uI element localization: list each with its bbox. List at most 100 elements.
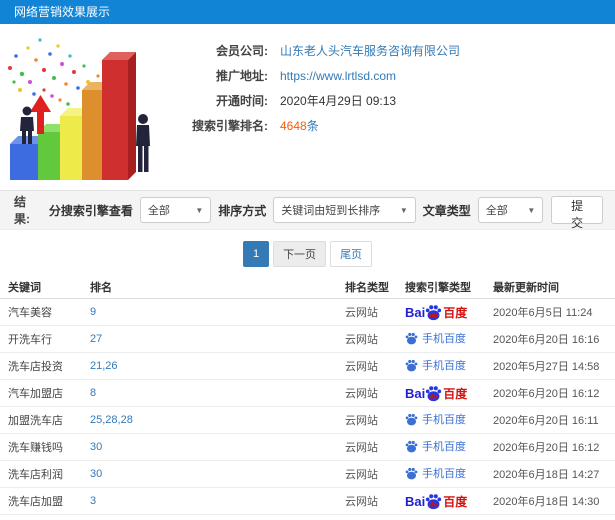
info-fields: 会员公司: 山东老人头汽车服务咨询有限公司 推广地址: https://www.… [168, 24, 615, 138]
cell-keyword: 汽车加盟店 [8, 388, 63, 400]
baidu-paw-icon [405, 332, 418, 345]
rank-unit: 条 [306, 119, 319, 133]
mobile-baidu-label: 手机百度 [422, 468, 466, 481]
engine-rank-label: 搜索引擎排名: [192, 119, 268, 133]
cell-rank-type: 云网站 [345, 307, 378, 319]
chevron-down-icon: ▼ [527, 205, 536, 215]
growth-chart-illustration [0, 26, 180, 188]
company-link[interactable]: 山东老人头汽车服务咨询有限公司 [280, 42, 460, 59]
results-table: 关键词 排名 排名类型 搜索引擎类型 最新更新时间 汽车美容 9 云网站 Bai du 百… [0, 276, 615, 515]
open-time-value: 2020年4月29日 09:13 [280, 94, 397, 108]
baidu-paw-icon [405, 467, 418, 480]
promo-label: 推广地址: [216, 69, 268, 83]
baidu-logo-bai: Bai [405, 493, 426, 509]
col-header-updated: 最新更新时间 [493, 282, 559, 294]
info-section: 会员公司: 山东老人头汽车服务咨询有限公司 推广地址: https://www.… [0, 24, 615, 190]
col-header-engine-type: 搜索引擎类型 [405, 282, 471, 294]
cell-engine-type: Bai du 百度 [405, 385, 493, 402]
baidu-logo-bai: Bai [405, 385, 426, 401]
next-page-button[interactable]: 下一页 [273, 241, 327, 267]
baidu-logo-bai: Bai [405, 304, 426, 320]
cell-keyword: 洗车店加盟 [8, 496, 63, 508]
cell-engine-type: 手机百度 [405, 330, 493, 348]
cell-rank-link[interactable]: 3 [90, 495, 345, 507]
open-time-label: 开通时间: [216, 94, 268, 108]
page-title: 网络营销效果展示 [14, 5, 111, 19]
cell-updated-time: 2020年6月5日 11:24 [493, 307, 593, 319]
cell-rank-type: 云网站 [345, 334, 378, 346]
mobile-baidu-logo: 手机百度 [405, 357, 466, 373]
cell-rank-type: 云网站 [345, 361, 378, 373]
engine-select[interactable]: 全部 ▼ [139, 197, 212, 223]
filter-controls: 分搜索引擎查看 全部 ▼ 排序方式 关键词由短到长排序 ▼ 文章类型 全部 ▼ … [42, 196, 603, 230]
mobile-baidu-label: 手机百度 [422, 414, 466, 427]
cell-engine-type: Bai du 百度 [405, 304, 493, 321]
mobile-baidu-label: 手机百度 [422, 333, 466, 346]
cell-updated-time: 2020年6月20日 16:16 [493, 334, 600, 346]
baidu-logo-cn: 百度 [443, 386, 468, 401]
cell-rank-link[interactable]: 21,26 [90, 360, 345, 372]
cell-rank-link[interactable]: 25,28,28 [90, 414, 345, 426]
cell-rank-type: 云网站 [345, 496, 378, 508]
table-row: 开洗车行 27 云网站 手机百度 2020年6月20日 16:16 [0, 326, 615, 353]
article-type-select-value: 全部 [485, 205, 508, 217]
baidu-paw-icon: du [426, 493, 442, 509]
promo-field: 推广地址: https://www.lrtlsd.com [168, 63, 615, 88]
result-label: 结果: [14, 195, 30, 226]
bar-red [102, 52, 136, 180]
cell-updated-time: 2020年6月20日 16:11 [493, 415, 599, 427]
table-header-row: 关键词 排名 排名类型 搜索引擎类型 最新更新时间 [0, 276, 615, 299]
bar-chart-graphic [8, 38, 150, 180]
cell-engine-type: 手机百度 [405, 411, 493, 429]
cell-keyword: 加盟洗车店 [8, 415, 63, 427]
baidu-paw-icon [405, 413, 418, 426]
cell-keyword: 汽车美容 [8, 307, 52, 319]
businessman-right [136, 114, 150, 172]
baidu-logo: Bai du 百度 [405, 385, 467, 402]
cell-updated-time: 2020年6月20日 16:12 [493, 442, 600, 454]
article-type-label: 文章类型 [422, 203, 471, 218]
table-row: 洗车店投资 21,26 云网站 手机百度 2020年5月27日 14:58 [0, 353, 615, 380]
cell-keyword: 洗车店投资 [8, 361, 63, 373]
cell-updated-time: 2020年6月20日 16:12 [493, 388, 600, 400]
baidu-logo: Bai du 百度 [405, 304, 467, 321]
mobile-baidu-label: 手机百度 [422, 441, 466, 454]
mobile-baidu-logo: 手机百度 [405, 465, 466, 481]
article-type-select[interactable]: 全部 ▼ [477, 197, 544, 223]
cell-engine-type: 手机百度 [405, 465, 493, 483]
chevron-down-icon: ▼ [399, 205, 408, 215]
col-header-keyword: 关键词 [8, 282, 41, 294]
promo-url-link[interactable]: https://www.lrtlsd.com [280, 69, 396, 83]
cell-rank-type: 云网站 [345, 469, 378, 481]
mobile-baidu-logo: 手机百度 [405, 411, 466, 427]
header-bar: 网络营销效果展示 [0, 0, 615, 24]
baidu-logo: Bai du 百度 [405, 493, 467, 510]
cell-rank-link[interactable]: 27 [90, 333, 345, 345]
table-row: 加盟洗车店 25,28,28 云网站 手机百度 2020年6月20日 16:11 [0, 407, 615, 434]
baidu-paw-icon [405, 359, 418, 372]
svg-text:du: du [430, 393, 438, 400]
table-row: 洗车店加盟 3 云网站 Bai du 百度 2020年6月18日 14:30 [0, 488, 615, 515]
company-label: 会员公司: [216, 44, 268, 58]
baidu-logo-cn: 百度 [443, 494, 468, 509]
page-1-button[interactable]: 1 [242, 241, 270, 267]
cell-keyword: 洗车赚钱吗 [8, 442, 63, 454]
mobile-baidu-label: 手机百度 [422, 360, 466, 373]
engine-filter-label: 分搜索引擎查看 [48, 203, 133, 218]
last-page-button[interactable]: 尾页 [330, 241, 373, 267]
cell-rank-link[interactable]: 30 [90, 468, 345, 480]
page: 网络营销效果展示 会员公司: 山东老人头汽车服务咨询有限公司 推广地址: htt… [0, 0, 615, 520]
cell-rank-link[interactable]: 8 [90, 387, 345, 399]
svg-text:du: du [430, 501, 438, 508]
company-field: 会员公司: 山东老人头汽车服务咨询有限公司 [168, 38, 615, 63]
sort-select[interactable]: 关键词由短到长排序 ▼ [273, 197, 416, 223]
baidu-paw-icon [405, 440, 418, 453]
table-row: 汽车加盟店 8 云网站 Bai du 百度 2020年6月20日 16:12 [0, 380, 615, 407]
submit-button[interactable]: 提交 [551, 196, 603, 230]
cell-rank-link[interactable]: 9 [90, 306, 345, 318]
col-header-rank: 排名 [90, 282, 112, 294]
baidu-paw-icon: du [426, 385, 442, 401]
cell-engine-type: Bai du 百度 [405, 493, 493, 510]
pagination: 1 下一页 尾页 [0, 241, 615, 267]
cell-rank-link[interactable]: 30 [90, 441, 345, 453]
